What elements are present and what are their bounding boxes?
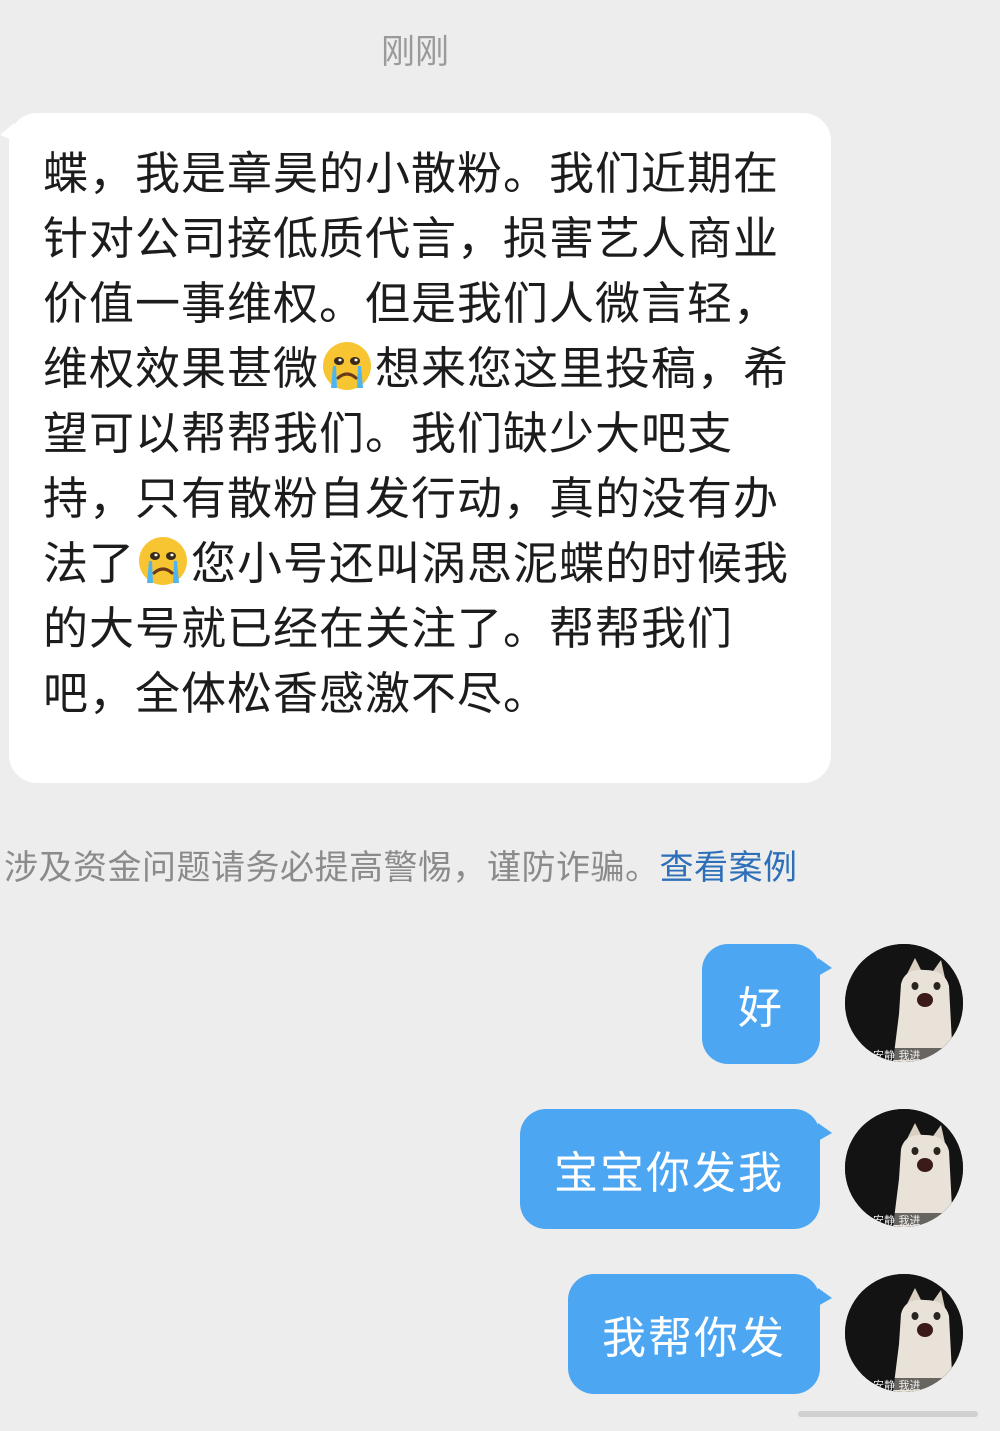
- avatar[interactable]: 安静 我进: [845, 1274, 963, 1392]
- outgoing-message-bubble[interactable]: 我帮你发: [568, 1274, 832, 1394]
- cat-avatar-icon: 安静 我进: [845, 1274, 963, 1392]
- avatar[interactable]: 安静 我进: [845, 1109, 963, 1227]
- outgoing-message-bubble[interactable]: 好: [702, 944, 832, 1064]
- message-timestamp: 刚刚: [381, 32, 449, 72]
- home-indicator-bar: [798, 1411, 978, 1417]
- svg-text:安静 我进: 安静 我进: [873, 1378, 921, 1392]
- outgoing-message-row: 我帮你发 安静 我进: [0, 1272, 1000, 1397]
- view-cases-link[interactable]: 查看案例: [660, 848, 798, 888]
- outgoing-message-row: 好 安静 我进: [0, 942, 1000, 1067]
- svg-text:安静 我进: 安静 我进: [873, 1048, 921, 1062]
- incoming-message-bubble[interactable]: 蝶，我是章昊的小散粉。我们近期在针对公司接低质代言，损害艺人商业价值一事维权。但…: [0, 113, 831, 783]
- crying-face-emoji-icon: [323, 342, 372, 390]
- cat-avatar-icon: 安静 我进: [845, 944, 963, 1062]
- outgoing-message-bubble[interactable]: 宝宝你发我: [520, 1109, 832, 1229]
- fraud-warning-text: 涉及资金问题请务必提高警惕，谨防诈骗。: [4, 848, 660, 888]
- svg-text:安静 我进: 安静 我进: [873, 1213, 921, 1227]
- avatar[interactable]: 安静 我进: [845, 944, 963, 1062]
- cat-avatar-icon: 安静 我进: [845, 1109, 963, 1227]
- outgoing-message-row: 宝宝你发我 安静 我进: [0, 1107, 1000, 1232]
- crying-face-emoji-icon: [139, 537, 188, 585]
- incoming-message-text: 蝶，我是章昊的小散粉。我们近期在针对公司接低质代言，损害艺人商业价值一事维权。但…: [43, 141, 791, 726]
- fraud-warning-notice: 涉及资金问题请务必提高警惕，谨防诈骗。查看案例: [4, 840, 798, 889]
